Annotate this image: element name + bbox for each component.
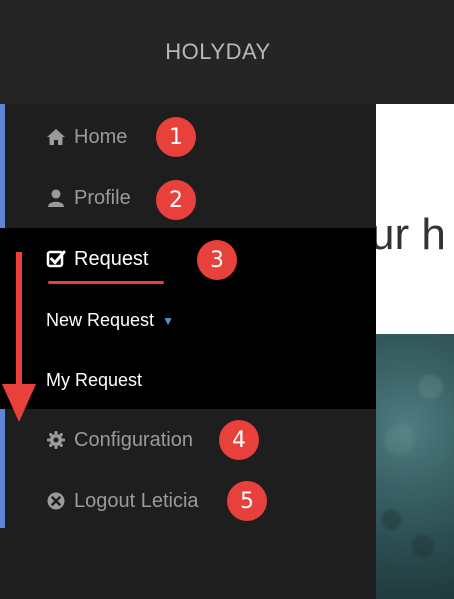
- sidebar-item-label: Home: [74, 125, 128, 148]
- sidebar-item-logout[interactable]: Logout Leticia: [0, 471, 376, 531]
- home-icon: [46, 127, 66, 147]
- hero-image: [376, 334, 454, 599]
- sidebar-item-request[interactable]: Request: [0, 229, 376, 289]
- submenu-item-label: My Request: [46, 369, 143, 390]
- check-square-icon: [46, 249, 66, 269]
- sidebar-item-label: Logout Leticia: [74, 489, 199, 512]
- down-arrow-icon: [2, 252, 36, 422]
- user-icon: [46, 188, 66, 208]
- sidebar-item-label: Request: [74, 247, 149, 270]
- sidebar-item-label: Profile: [74, 186, 131, 209]
- step-badge: 4: [219, 420, 259, 460]
- submenu-item-label: New Request: [46, 309, 155, 330]
- step-badge: 2: [156, 180, 196, 220]
- step-badge: 3: [197, 240, 237, 280]
- step-badge: 5: [227, 481, 267, 521]
- app-title: HOLYDAY: [165, 39, 271, 64]
- close-circle-icon: [46, 491, 66, 511]
- sidebar-item-label: Configuration: [74, 428, 193, 451]
- sidebar-item-configuration[interactable]: Configuration: [0, 410, 376, 470]
- submenu-item-new-request[interactable]: New Request ▼: [0, 290, 376, 350]
- page-heading-fragment: ur h: [376, 210, 446, 259]
- app-header: HOLYDAY: [0, 0, 454, 104]
- step-badge: 1: [156, 117, 196, 157]
- caret-down-icon: ▼: [162, 314, 174, 328]
- submenu-item-my-request[interactable]: My Request: [0, 350, 376, 410]
- active-underline: [48, 281, 164, 284]
- gear-icon: [46, 430, 66, 450]
- main-content: ur h: [376, 104, 454, 599]
